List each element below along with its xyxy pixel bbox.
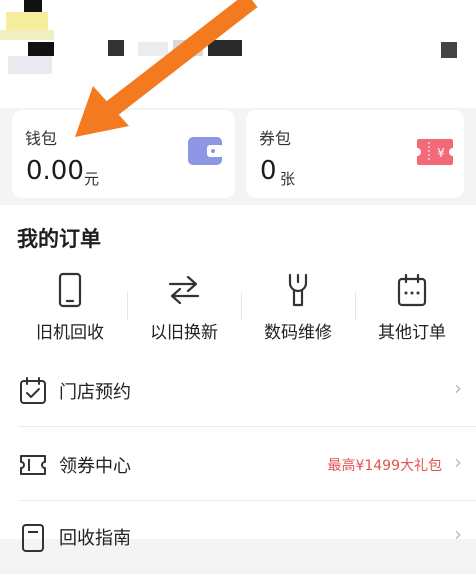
annotation-arrow-icon bbox=[75, 0, 258, 137]
